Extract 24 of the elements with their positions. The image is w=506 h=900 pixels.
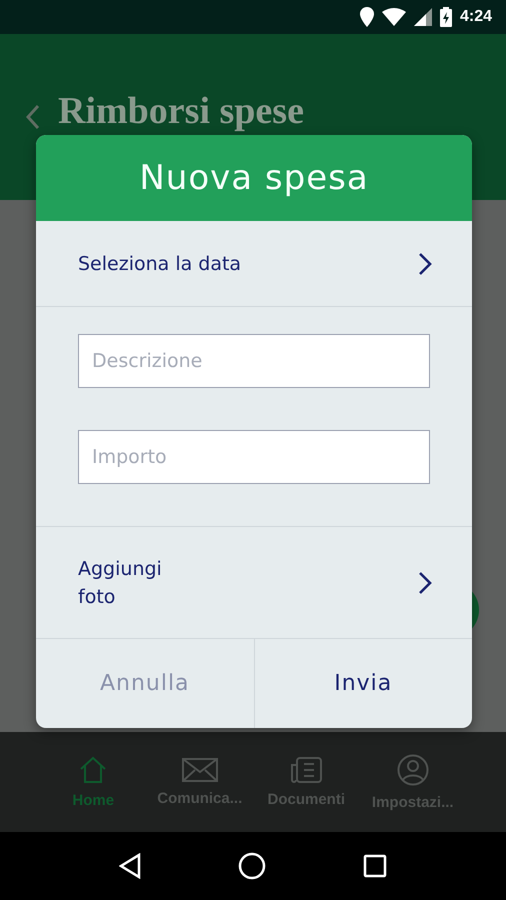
- signal-icon: [414, 8, 432, 26]
- clock-time: 4:24: [460, 8, 492, 26]
- input-field[interactable]: Importo: [78, 430, 430, 484]
- home-icon[interactable]: [238, 852, 266, 880]
- wifi-icon: [382, 8, 406, 26]
- document-icon: [290, 756, 322, 782]
- home-icon: [78, 756, 108, 784]
- input-field[interactable]: Descrizione: [78, 334, 430, 388]
- date-picker-row[interactable]: Seleziona la data: [36, 221, 472, 307]
- battery-icon: [440, 7, 452, 27]
- cancel-button[interactable]: Annulla: [36, 639, 254, 728]
- location-icon: [360, 7, 374, 27]
- profile-icon: [396, 754, 429, 786]
- nav-tab[interactable]: Home: [40, 756, 146, 808]
- dialog-title: Nuova spesa: [36, 135, 472, 221]
- page-title: Rimborsi spese: [58, 92, 304, 130]
- mail-icon: [182, 758, 218, 782]
- send-button[interactable]: Invia: [254, 639, 472, 728]
- photo-label: Aggiungi foto: [78, 556, 163, 610]
- add-photo-row[interactable]: Aggiungi foto: [36, 527, 472, 639]
- chevron-right-icon: [418, 252, 432, 276]
- date-label: Seleziona la data: [78, 252, 242, 274]
- chevron-right-icon: [418, 570, 432, 594]
- recents-icon[interactable]: [363, 854, 388, 878]
